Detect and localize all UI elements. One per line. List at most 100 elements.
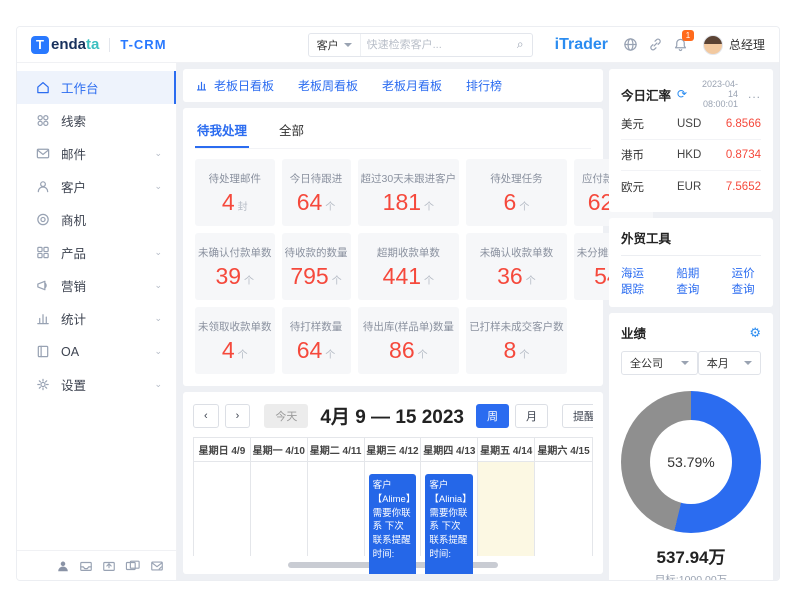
tab-ranking[interactable]: 排行榜 bbox=[466, 77, 502, 94]
stat-value: 64 bbox=[296, 336, 323, 363]
stat-card-unconfirmed-receipts[interactable]: 未确认收款单数 36 个 bbox=[466, 233, 567, 300]
calendar-filter-reminder[interactable]: 提醒 bbox=[562, 403, 593, 428]
calendar-prev-button[interactable]: ‹ bbox=[193, 403, 219, 428]
performance-panel: 业绩 ⚙ 全公司 本月 53.79% 537.94万 目标:1000.00万 bbox=[609, 313, 773, 580]
day-header: 星期六 4/15 bbox=[537, 446, 590, 457]
stat-card-30day-no-followup[interactable]: 超过30天未跟进客户 181 个 bbox=[357, 159, 460, 226]
chevron-down-icon: ⌄ bbox=[154, 313, 162, 323]
stat-unit: 个 bbox=[525, 275, 536, 287]
stat-card-sampled-no-deal[interactable]: 已打样未成交客户数 8 个 bbox=[466, 307, 567, 374]
more-icon[interactable]: ... bbox=[748, 87, 761, 101]
sidebar-item-statistics[interactable]: 统计 ⌄ bbox=[17, 302, 176, 335]
itrader-logo[interactable]: iTrader bbox=[555, 36, 608, 54]
chevron-down-icon: ⌄ bbox=[154, 181, 162, 191]
stat-unit: 个 bbox=[237, 349, 248, 361]
link-sea-tracking[interactable]: 海运跟踪 bbox=[621, 265, 650, 297]
calendar-day-header-row: 星期日 4/9 星期一 4/10 星期二 4/11 星期三 4/12 星期四 4… bbox=[194, 438, 592, 462]
tab-boss-monthly[interactable]: 老板月看板 bbox=[382, 77, 442, 94]
stat-card-pending-tasks[interactable]: 待处理任务 6 个 bbox=[466, 159, 567, 226]
stat-label: 今日待跟进 bbox=[289, 172, 343, 185]
stat-card-pending-samples[interactable]: 待打样数量 64 个 bbox=[281, 307, 351, 374]
calendar-week-button[interactable]: 周 bbox=[476, 403, 509, 428]
stat-card-unclaimed-receipts[interactable]: 未领取收款单数 4 个 bbox=[195, 307, 275, 374]
tab-boss-weekly[interactable]: 老板周看板 bbox=[298, 77, 358, 94]
link-freight-quote[interactable]: 运价查询 bbox=[732, 265, 761, 297]
stat-card-today-followups[interactable]: 今日待跟进 64 个 bbox=[281, 159, 351, 226]
sidebar-item-products[interactable]: 产品 ⌄ bbox=[17, 236, 176, 269]
stat-unit: 个 bbox=[325, 201, 336, 213]
chevron-down-icon: ⌄ bbox=[154, 247, 162, 257]
link-shipping-schedule[interactable]: 船期查询 bbox=[676, 265, 705, 297]
sidebar-item-marketing[interactable]: 营销 ⌄ bbox=[17, 269, 176, 302]
sidebar-item-workbench[interactable]: 工作台 bbox=[17, 71, 176, 104]
stat-unit: 个 bbox=[424, 275, 435, 287]
calendar-event[interactable]: 客户【Alime】需要你联系 下次联系提醒时间: bbox=[368, 474, 417, 574]
user-role[interactable]: 总经理 bbox=[729, 36, 765, 53]
stat-card-overdue-receipts[interactable]: 超期收款单数 441 个 bbox=[357, 233, 460, 300]
calendar-event[interactable]: 客户【Alinia】需要你联系 下次联系提醒时间: bbox=[425, 474, 474, 574]
compose-mail-icon[interactable] bbox=[150, 559, 164, 573]
sidebar-item-oa[interactable]: OA ⌄ bbox=[17, 335, 176, 368]
stat-label: 待处理任务 bbox=[490, 172, 543, 185]
scope-value: 全公司 bbox=[630, 358, 663, 370]
stat-value: 4 bbox=[221, 336, 235, 363]
bell-icon[interactable]: 1 bbox=[673, 30, 694, 52]
tab-pending-mine[interactable]: 待我处理 bbox=[195, 116, 250, 148]
stat-card-unconfirmed-payments[interactable]: 未确认付款单数 39 个 bbox=[195, 233, 275, 300]
day-cell-sun[interactable] bbox=[194, 462, 251, 556]
sidebar-item-mail[interactable]: 邮件 ⌄ bbox=[17, 137, 176, 170]
global-search: 客户 ⌕ bbox=[307, 32, 533, 57]
period-value: 本月 bbox=[706, 358, 729, 370]
day-cell-wed[interactable]: 客户【Alime】需要你联系 下次联系提醒时间: bbox=[365, 462, 422, 574]
stat-label: 未确认收款单数 bbox=[479, 246, 554, 259]
rate-row-eur: 欧元 EUR 7.5652 bbox=[621, 171, 761, 202]
rate-value: 0.8734 bbox=[725, 149, 761, 161]
stat-value: 4 bbox=[221, 188, 235, 215]
calendar-month-button[interactable]: 月 bbox=[515, 403, 548, 428]
inbox-icon[interactable] bbox=[79, 559, 93, 573]
stat-unit: 个 bbox=[417, 349, 428, 361]
search-category-select[interactable]: 客户 bbox=[309, 33, 361, 56]
sidebar-item-label: 商机 bbox=[61, 214, 87, 228]
day-cell-fri-today[interactable] bbox=[478, 462, 536, 556]
contacts-icon[interactable] bbox=[56, 559, 70, 573]
scope-select[interactable]: 全公司 bbox=[621, 351, 698, 375]
drafts-icon[interactable] bbox=[125, 559, 141, 573]
tab-all[interactable]: 全部 bbox=[277, 116, 306, 148]
calendar-next-button[interactable]: › bbox=[224, 403, 251, 428]
search-icon[interactable]: ⌕ bbox=[517, 37, 532, 52]
stat-card-pending-outbound[interactable]: 待出库(样品单)数量 86 个 bbox=[357, 307, 460, 374]
day-cell-tue[interactable] bbox=[308, 462, 365, 556]
refresh-icon[interactable]: ⟳ bbox=[677, 87, 687, 101]
stat-unit: 个 bbox=[424, 201, 435, 213]
stat-card-pending-mails[interactable]: 待处理邮件 4 封 bbox=[195, 159, 275, 226]
stat-card-pending-receipts[interactable]: 待收款的数量 795 个 bbox=[281, 233, 351, 300]
avatar[interactable] bbox=[702, 34, 723, 55]
globe-icon[interactable] bbox=[623, 37, 638, 52]
calendar-today-button[interactable]: 今天 bbox=[264, 403, 309, 428]
outbox-icon[interactable] bbox=[102, 559, 116, 573]
stat-grid: 待处理邮件 4 封 今日待跟进 64 个 超过30天未跟进客户 181 个 待处理任务 6 个 … bbox=[195, 159, 654, 374]
sidebar-item-label: 邮件 bbox=[61, 148, 87, 162]
app-window: T endata T-CRM 客户 ⌕ iTrader 1 总经理 bbox=[16, 26, 780, 581]
sidebar-item-leads[interactable]: 线索 bbox=[17, 104, 176, 137]
day-cell-sat[interactable] bbox=[535, 462, 592, 556]
link-icon[interactable] bbox=[648, 37, 663, 52]
day-cell-thu[interactable]: 客户【Alinia】需要你联系 下次联系提醒时间: bbox=[421, 462, 479, 574]
sidebar-item-customers[interactable]: 客户 ⌄ bbox=[17, 170, 176, 203]
marketing-icon bbox=[37, 280, 47, 291]
sidebar-item-opportunities[interactable]: 商机 bbox=[17, 203, 176, 236]
search-input[interactable] bbox=[360, 38, 517, 51]
book-icon bbox=[37, 345, 49, 358]
donut-percent-label: 53.79% bbox=[667, 454, 715, 470]
tab-boss-daily[interactable]: 老板日看板 bbox=[195, 77, 274, 94]
logo-part1: enda bbox=[51, 36, 87, 53]
sidebar-item-label: 营销 bbox=[61, 280, 87, 294]
exchange-rate-title: 今日汇率 bbox=[621, 88, 672, 103]
stat-unit: 个 bbox=[244, 275, 255, 287]
day-cell-mon[interactable] bbox=[251, 462, 308, 556]
gear-icon bbox=[37, 378, 49, 391]
gear-icon[interactable]: ⚙ bbox=[749, 325, 761, 341]
period-select[interactable]: 本月 bbox=[697, 351, 761, 375]
sidebar-item-settings[interactable]: 设置 ⌄ bbox=[17, 368, 176, 401]
